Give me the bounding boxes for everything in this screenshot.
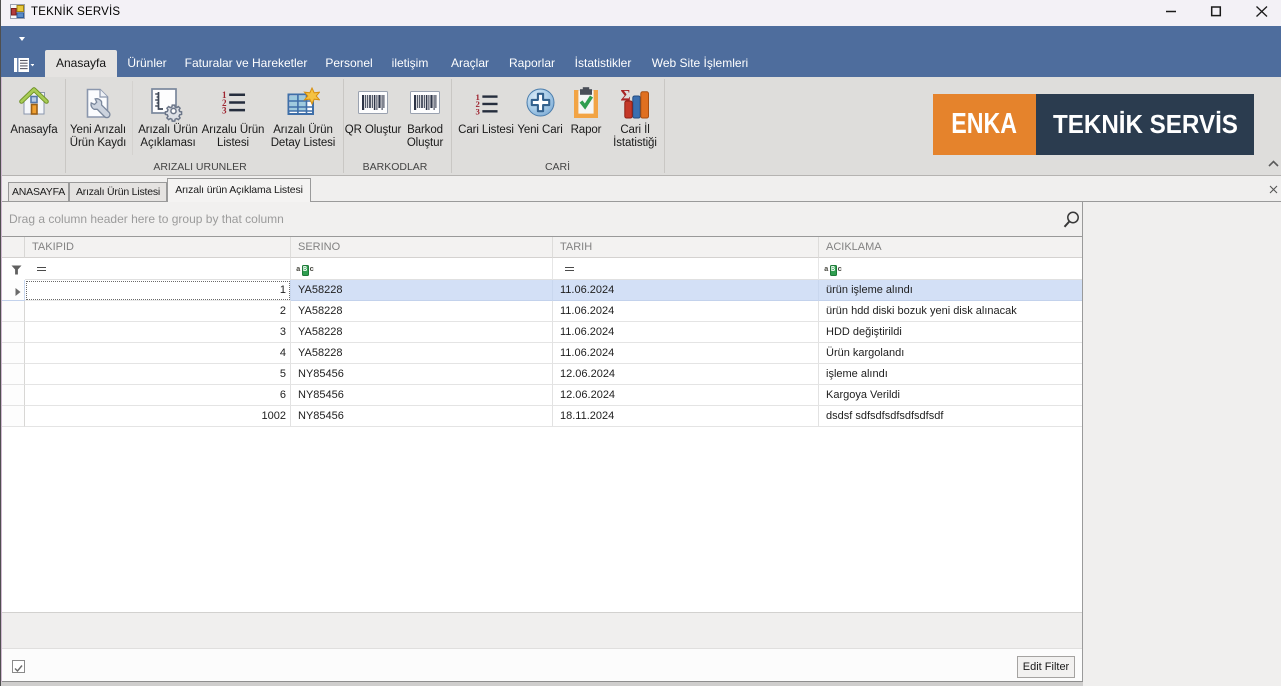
svg-text:3: 3 [475, 106, 480, 114]
svg-text:3: 3 [221, 106, 226, 114]
